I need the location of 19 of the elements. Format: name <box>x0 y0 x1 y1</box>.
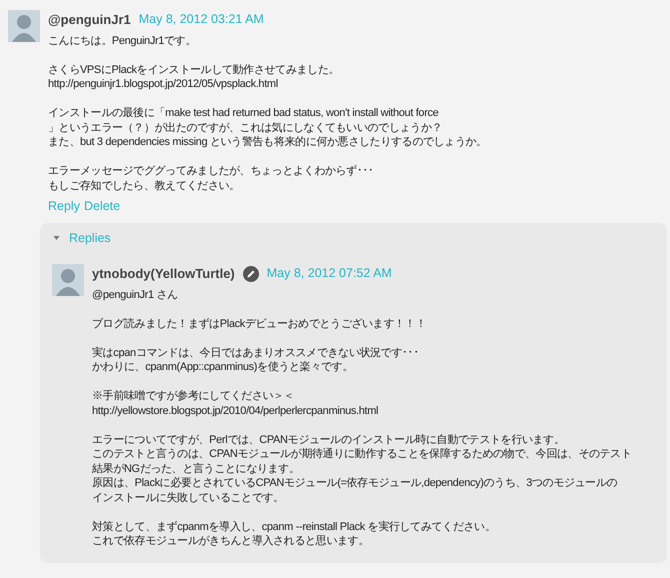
comment-text: ブログ読みました！まずはPlackデビューおめでとうございます！！！ <box>92 316 427 331</box>
comment-date[interactable]: May 8, 2012 03:21 AM <box>138 10 264 30</box>
comment-text: インストールの最後に「make test had returned bad status, won't install without force 」というエラー（？）が出たのですが、これは気にしなくてもいいのでしょうか？ また、but 3 dependencies missing という警告も将来的に何か悪さしたりするのでしょうか。 <box>48 106 488 150</box>
comment-text: エラーについてですが、Perlでは、CPANモジュールのインストール時に自動でテストを行います。 このテストと言うのは、CPANモジュールが期待通りに動作することを保障するための物で、今回は、そのテスト 結果がNGだった、と言うことになります。 原因は、Plackに必要とされているCPANモジュール(=依存モジュール,dependency)のうち、3つのモジュールの インストールに失敗していることです。 <box>92 432 633 505</box>
author-name: ytnobody(YellowTurtle) <box>92 265 235 283</box>
comment-text: さくらVPSにPlackをインストールして動作させてみました。 http://penguinjr1.blogspot.jp/2012/05/vpsplack.html <box>48 62 340 92</box>
comment-text: 対策として、まずcpanmを導入し、cpanm --reinstall Plack を実行してみてください。 これで依存モジュールがきちんと導入されると思います。 <box>92 520 496 548</box>
author-name: @penguinJr1 <box>48 11 131 29</box>
comment-date[interactable]: May 8, 2012 07:52 AM <box>266 264 392 284</box>
avatar-icon <box>8 10 40 42</box>
avatar-icon <box>52 264 84 296</box>
comment-action-link[interactable]: Delete <box>84 196 120 216</box>
comment-text: エラーメッセージでググってみましたが、ちょっとよくわからず･･･ もしご存知でしたら、教えてください。 <box>48 164 375 193</box>
comment-text: こんにちは。PenguinJr1です。 <box>48 34 198 48</box>
comment-text: 実はcpanコマンドは、今日ではあまりオススメできない状況です･･･ かわりに、cpanm(App::cpanminus)を使うと楽々です。 <box>92 346 420 374</box>
comment-action-link[interactable]: Reply <box>48 196 80 216</box>
replies-toggle[interactable]: Replies <box>52 229 111 248</box>
comment-text: ※手前味噌ですが参考にしてください＞＜ http://yellowstore.blogspot.jp/2010/04/perlperlercpanminus.html <box>92 389 380 418</box>
comment-text: @penguinJr1 さん <box>92 288 179 302</box>
